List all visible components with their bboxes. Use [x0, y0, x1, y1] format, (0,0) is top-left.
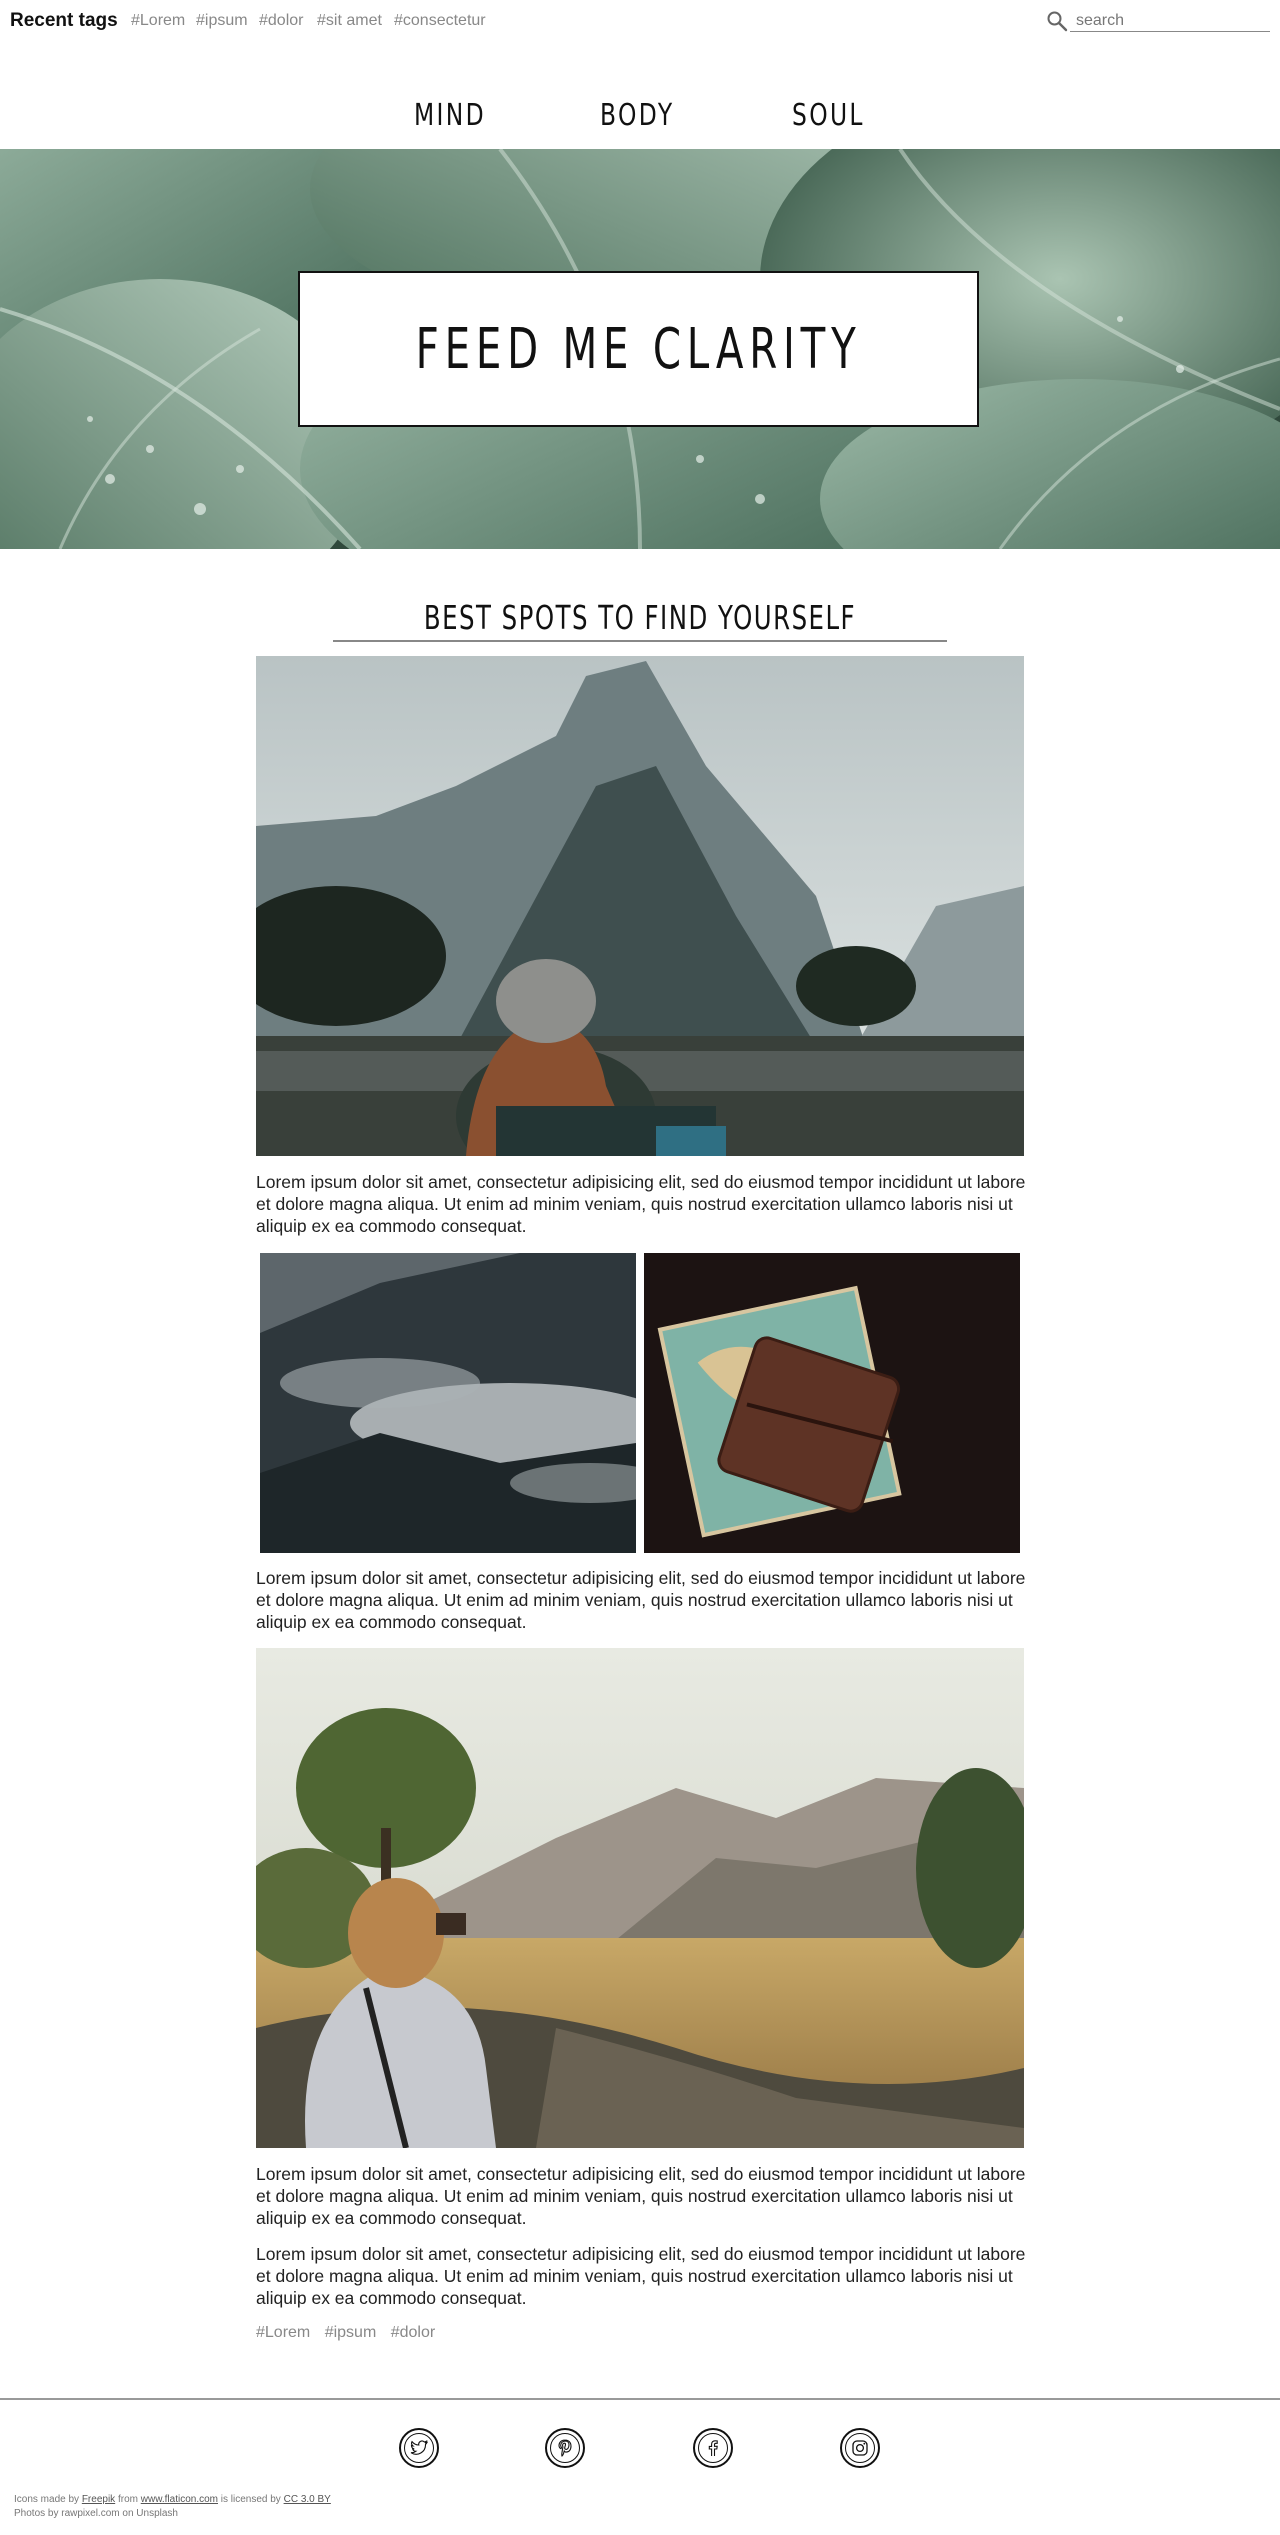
nav-soul[interactable]: SOUL — [792, 98, 865, 133]
nav-body[interactable]: BODY — [600, 98, 674, 133]
license-link[interactable]: CC 3.0 BY — [284, 2494, 331, 2505]
search-box — [1046, 10, 1272, 34]
twitter-link[interactable] — [399, 2428, 439, 2468]
photo-misty-forest — [260, 1253, 636, 1553]
post-tag-dolor[interactable]: #dolor — [391, 2324, 435, 2341]
tag-link-consectetur[interactable]: #consectetur — [394, 12, 486, 30]
post-tag-ipsum[interactable]: #ipsum — [325, 2324, 377, 2341]
flaticon-link[interactable]: www.flaticon.com — [141, 2494, 218, 2505]
facebook-link[interactable] — [693, 2428, 733, 2468]
tag-link-ipsum[interactable]: #ipsum — [196, 12, 248, 30]
post-tag-lorem[interactable]: #Lorem — [256, 2324, 310, 2341]
photo-credit: Photos by rawpixel.com on Unsplash — [14, 2508, 178, 2519]
credit-from: from — [117, 2494, 138, 2505]
photo-mountain-lake — [256, 656, 1024, 1156]
tag-link-sit-amet[interactable]: #sit amet — [317, 12, 382, 30]
post-tags: #Lorem #ipsum #dolor — [256, 2324, 445, 2342]
post-paragraph-2: Lorem ipsum dolor sit amet, consectetur … — [256, 1568, 1026, 1632]
instagram-icon — [845, 2433, 875, 2463]
section-heading: BEST SPOTS TO FIND YOURSELF — [333, 598, 947, 637]
instagram-link[interactable] — [840, 2428, 880, 2468]
recent-tags-title: Recent tags — [10, 10, 118, 31]
freepik-link[interactable]: Freepik — [82, 2494, 115, 2505]
pinterest-icon — [550, 2433, 580, 2463]
top-bar: Recent tags #Lorem #ipsum #dolor #sit am… — [0, 0, 1280, 44]
footer-divider — [0, 2398, 1280, 2400]
hero-title-box: FEED ME CLARITY — [298, 271, 979, 427]
post-paragraph-4: Lorem ipsum dolor sit amet, consectetur … — [256, 2244, 1026, 2308]
twitter-icon — [404, 2433, 434, 2463]
tag-link-dolor[interactable]: #dolor — [259, 12, 303, 30]
section-heading-text: BEST SPOTS TO FIND YOURSELF — [423, 598, 857, 637]
facebook-icon — [698, 2433, 728, 2463]
nav-mind[interactable]: MIND — [414, 98, 486, 133]
photo-valley-photographer — [256, 1648, 1024, 2148]
heading-divider — [333, 640, 947, 642]
credit-licensed: is licensed by — [220, 2494, 281, 2505]
credit-prefix: Icons made by — [14, 2494, 80, 2505]
tag-link-lorem[interactable]: #Lorem — [131, 12, 185, 30]
search-input[interactable] — [1070, 10, 1270, 32]
icon-credit: Icons made by Freepik from www.flaticon.… — [14, 2494, 331, 2505]
search-icon[interactable] — [1046, 10, 1070, 34]
post-paragraph-3: Lorem ipsum dolor sit amet, consectetur … — [256, 2164, 1026, 2228]
post-paragraph-1: Lorem ipsum dolor sit amet, consectetur … — [256, 1172, 1026, 1236]
hero-title: FEED ME CLARITY — [415, 316, 862, 382]
photo-map-journal — [644, 1253, 1020, 1553]
pinterest-link[interactable] — [545, 2428, 585, 2468]
